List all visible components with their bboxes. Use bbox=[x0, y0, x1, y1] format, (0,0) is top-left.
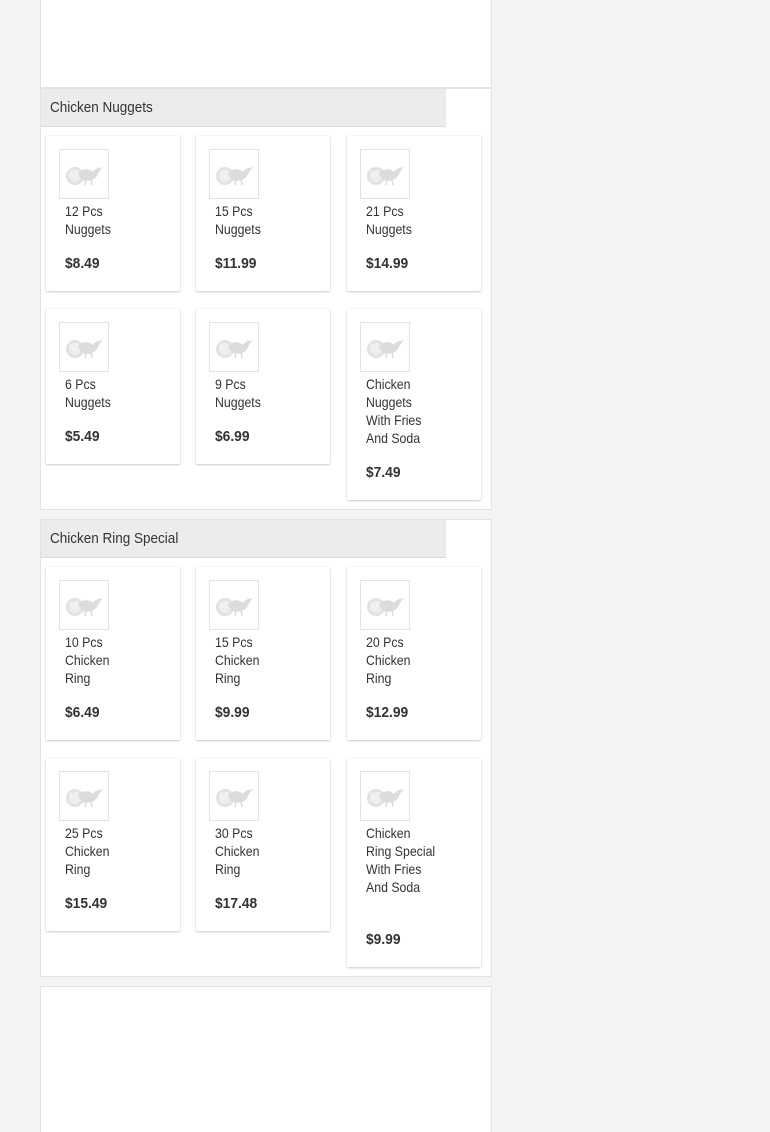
menu-item-price: $8.49 bbox=[65, 255, 100, 272]
chicken-placeholder-icon bbox=[59, 771, 109, 821]
menu-item-name: 6 Pcs Nuggets bbox=[65, 376, 111, 410]
menu-item-price: $9.99 bbox=[366, 931, 401, 948]
menu-item-card[interactable]: 15 Pcs Chicken Ring $9.99 bbox=[196, 567, 330, 740]
menu-item-price: $6.49 bbox=[65, 704, 100, 721]
menu-item-name: 15 Pcs Chicken Ring bbox=[215, 634, 260, 686]
menu-item-price: $17.48 bbox=[215, 895, 258, 912]
menu-item-price: $12.99 bbox=[366, 704, 409, 721]
menu-item-name: 20 Pcs Chicken Ring bbox=[366, 634, 411, 686]
chicken-placeholder-icon bbox=[59, 322, 109, 372]
menu-item-card[interactable]: 10 Pcs Chicken Ring $6.49 bbox=[46, 567, 180, 740]
chicken-placeholder-icon bbox=[209, 322, 259, 372]
menu-item-name: Chicken Ring Special With Fries And Soda bbox=[366, 825, 436, 895]
menu-item-name: 9 Pcs Nuggets bbox=[215, 376, 261, 410]
menu-item-price: $15.49 bbox=[65, 895, 108, 912]
menu-item-name: 10 Pcs Chicken Ring bbox=[65, 634, 110, 686]
menu-item-card[interactable]: 6 Pcs Nuggets $5.49 bbox=[46, 309, 180, 464]
menu-item-card[interactable]: 15 Pcs Nuggets $11.99 bbox=[196, 136, 330, 291]
menu-panel-bottom bbox=[40, 986, 492, 1132]
chicken-placeholder-icon bbox=[360, 322, 410, 372]
chicken-placeholder-icon bbox=[209, 149, 259, 199]
chicken-placeholder-icon bbox=[360, 771, 410, 821]
menu-item-card[interactable]: Chicken Ring Special With Fries And Soda… bbox=[347, 758, 481, 967]
menu-item-card[interactable]: 30 Pcs Chicken Ring $17.48 bbox=[196, 758, 330, 931]
menu-item-name: 21 Pcs Nuggets bbox=[366, 203, 412, 237]
menu-item-name: 25 Pcs Chicken Ring bbox=[65, 825, 110, 877]
menu-item-price: $7.49 bbox=[366, 464, 401, 481]
menu-item-card[interactable]: Chicken Nuggets With Fries And Soda $7.4… bbox=[347, 309, 481, 500]
section-title: Chicken Nuggets bbox=[41, 89, 446, 127]
menu-item-price: $14.99 bbox=[366, 255, 409, 272]
menu-item-price: $9.99 bbox=[215, 704, 250, 721]
menu-item-name: 15 Pcs Nuggets bbox=[215, 203, 261, 237]
section-title: Chicken Ring Special bbox=[41, 520, 446, 558]
menu-item-name: Chicken Nuggets With Fries And Soda bbox=[366, 376, 422, 446]
menu-item-card[interactable]: 9 Pcs Nuggets $6.99 bbox=[196, 309, 330, 464]
menu-item-card[interactable]: 20 Pcs Chicken Ring $12.99 bbox=[347, 567, 481, 740]
menu-item-card[interactable]: 21 Pcs Nuggets $14.99 bbox=[347, 136, 481, 291]
chicken-placeholder-icon bbox=[209, 580, 259, 630]
menu-item-card[interactable]: 12 Pcs Nuggets $8.49 bbox=[46, 136, 180, 291]
menu-item-name: 12 Pcs Nuggets bbox=[65, 203, 111, 237]
chicken-placeholder-icon bbox=[360, 149, 410, 199]
menu-item-price: $6.99 bbox=[215, 428, 250, 445]
menu-item-price: $11.99 bbox=[215, 255, 257, 272]
menu-panel-top bbox=[40, 0, 492, 88]
chicken-placeholder-icon bbox=[360, 580, 410, 630]
menu-item-card[interactable]: 25 Pcs Chicken Ring $15.49 bbox=[46, 758, 180, 931]
menu-item-price: $5.49 bbox=[65, 428, 100, 445]
chicken-placeholder-icon bbox=[59, 149, 109, 199]
menu-item-name: 30 Pcs Chicken Ring bbox=[215, 825, 260, 877]
chicken-placeholder-icon bbox=[209, 771, 259, 821]
chicken-placeholder-icon bbox=[59, 580, 109, 630]
